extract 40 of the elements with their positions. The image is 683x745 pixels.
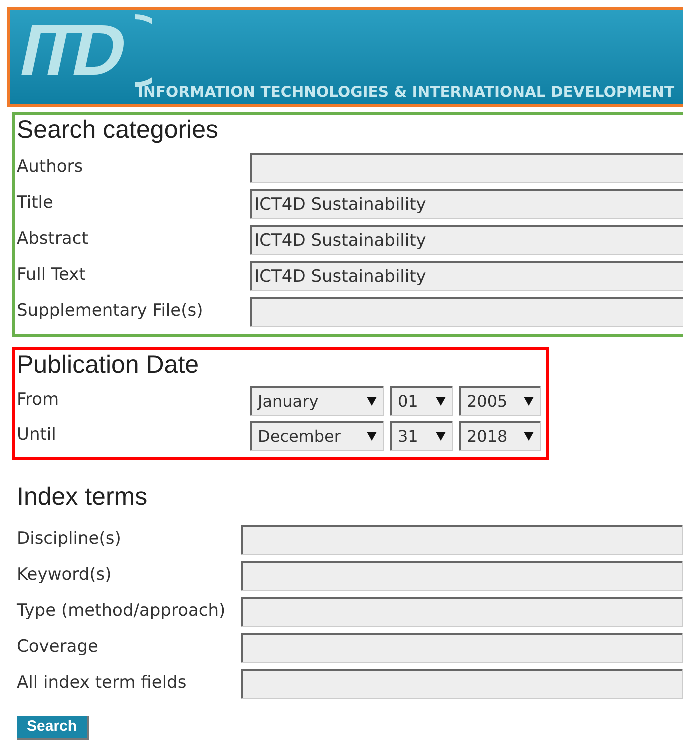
dropdown[interactable]: 31 xyxy=(390,421,453,451)
input-field[interactable]: ICT4D Sustainability xyxy=(250,261,683,291)
banner-title: INFORMATION TECHNOLOGIES & INTERNATIONAL DEVELOPMENT xyxy=(138,82,675,103)
input-field[interactable] xyxy=(250,153,683,183)
field-label: Title xyxy=(17,192,54,216)
caret-icon xyxy=(524,432,534,441)
caret-icon xyxy=(367,397,377,406)
input-field[interactable]: ICT4D Sustainability xyxy=(250,225,683,255)
input-field[interactable] xyxy=(250,297,683,327)
caret-icon xyxy=(436,397,446,406)
caret-icon xyxy=(436,432,446,441)
field-label: Until xyxy=(17,424,58,448)
dropdown[interactable]: January xyxy=(250,386,384,416)
dropdown[interactable]: December xyxy=(250,421,384,451)
input-field[interactable] xyxy=(240,669,683,699)
input-field[interactable] xyxy=(240,525,683,555)
search-button[interactable]: Search xyxy=(17,716,90,740)
section-heading: Search categories xyxy=(17,115,220,145)
field-label: Abstract xyxy=(17,228,90,252)
caret-icon xyxy=(367,432,377,441)
logo: ITD xyxy=(12,15,130,87)
field-label: Discipline(s) xyxy=(17,528,122,552)
field-label: From xyxy=(17,389,60,412)
dropdown[interactable]: 2005 xyxy=(459,386,541,416)
dropdown[interactable]: 01 xyxy=(390,386,453,416)
caret-icon xyxy=(524,397,534,406)
field-label: Keyword(s) xyxy=(17,564,113,588)
input-field[interactable]: ICT4D Sustainability xyxy=(250,189,683,219)
dropdown[interactable]: 2018 xyxy=(459,421,541,451)
section-heading: Index terms xyxy=(17,482,148,512)
field-label: Authors xyxy=(17,156,84,180)
section-heading: Publication Date xyxy=(17,350,200,380)
input-field[interactable] xyxy=(240,561,683,591)
field-label: Type (method/approach) xyxy=(17,600,227,624)
field-label: All index term fields xyxy=(17,672,188,696)
input-field[interactable] xyxy=(240,633,683,663)
field-label: Full Text xyxy=(17,264,87,288)
field-label: Supplementary File(s) xyxy=(17,300,204,324)
field-label: Coverage xyxy=(17,636,100,660)
input-field[interactable] xyxy=(240,597,683,627)
